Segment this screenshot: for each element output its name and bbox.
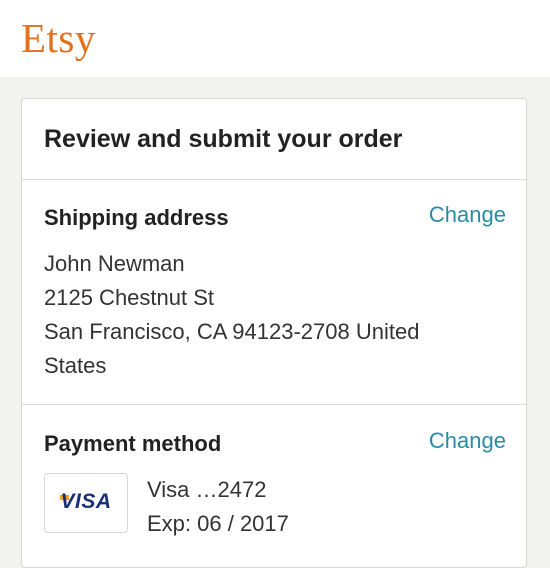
order-review-card: Review and submit your order Shipping ad… [21, 98, 527, 568]
card-number: Visa …2472 [147, 477, 267, 502]
top-header: Etsy [0, 0, 550, 77]
shipping-address-heading: Shipping address [44, 205, 229, 230]
visa-card-icon: VISA [44, 473, 128, 533]
address-name: John Newman [44, 251, 185, 276]
address-street: 2125 Chestnut St [44, 285, 215, 310]
payment-method-heading: Payment method [44, 431, 222, 456]
card-expiry: Exp: 06 / 2017 [147, 511, 289, 536]
divider [22, 179, 526, 180]
change-shipping-link[interactable]: Change [429, 200, 506, 230]
divider [22, 404, 526, 405]
address-city: San Francisco, CA 94123-2708 United [44, 319, 420, 344]
address-country: States [44, 353, 107, 378]
change-payment-link[interactable]: Change [429, 426, 506, 456]
card-brand-label: VISA [60, 490, 112, 513]
page-title: Review and submit your order [44, 125, 403, 153]
etsy-logo[interactable]: Etsy [21, 14, 96, 62]
